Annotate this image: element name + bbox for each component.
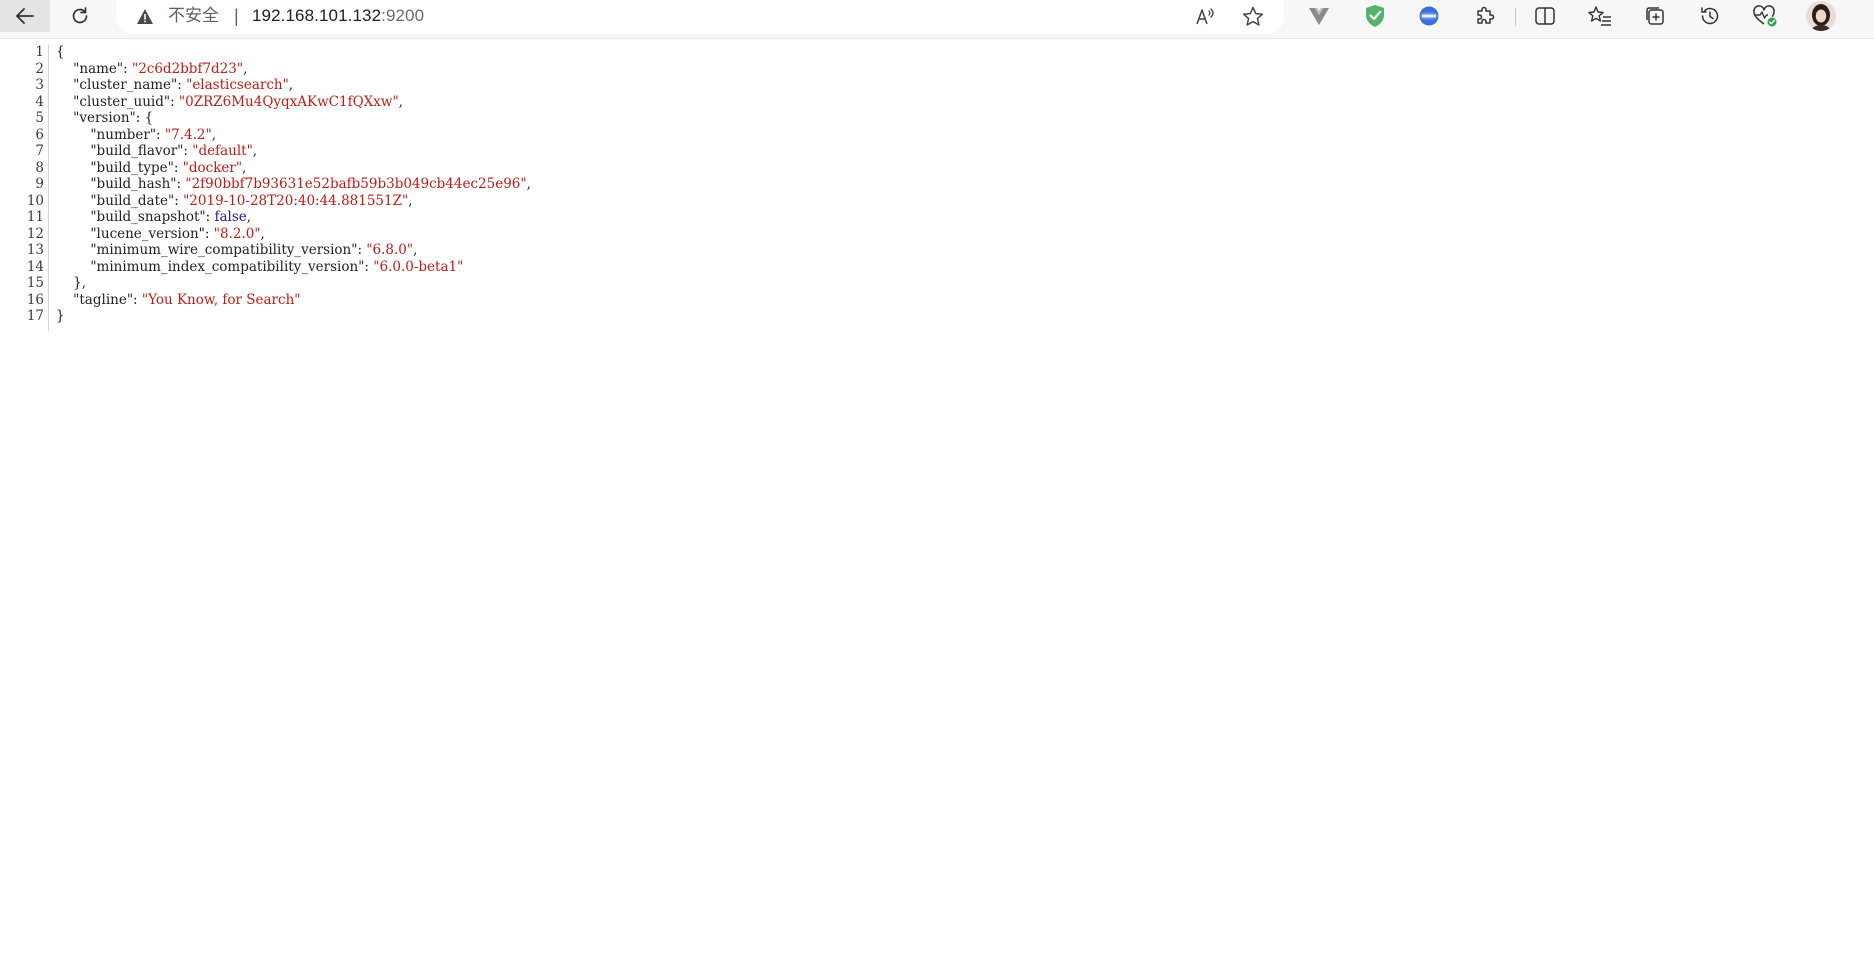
adguard-button[interactable] bbox=[1357, 2, 1393, 30]
vue-devtools-icon bbox=[1309, 8, 1329, 25]
extension-badge-icon bbox=[1419, 6, 1439, 26]
browser-toolbar: 不安全 | 192.168.101.132:9200 bbox=[0, 0, 1874, 39]
browser-essentials-icon bbox=[1753, 5, 1777, 27]
line-number: 17 bbox=[26, 308, 44, 324]
split-screen-icon bbox=[1535, 7, 1555, 25]
adguard-shield-icon bbox=[1366, 5, 1384, 27]
line-number: 14 bbox=[26, 258, 44, 275]
json-line-text: }, bbox=[56, 275, 87, 291]
line-number: 4 bbox=[35, 93, 44, 110]
line-number: 1 bbox=[35, 44, 44, 60]
line-number: 6 bbox=[35, 126, 44, 143]
line-number: 10 bbox=[26, 192, 44, 209]
address-separator: | bbox=[234, 6, 239, 26]
extension-badge-button[interactable] bbox=[1411, 2, 1447, 30]
json-line-text: { bbox=[56, 44, 65, 60]
extensions-button[interactable] bbox=[1467, 2, 1503, 30]
url-port: :9200 bbox=[381, 6, 425, 25]
avatar-image bbox=[1806, 1, 1836, 31]
collections-icon bbox=[1646, 7, 1664, 25]
browser-essentials-button[interactable] bbox=[1747, 2, 1783, 30]
line-number: 7 bbox=[35, 143, 44, 159]
favorites-button[interactable] bbox=[1582, 2, 1618, 30]
back-arrow-icon bbox=[16, 8, 34, 24]
address-bar[interactable]: 不安全 | 192.168.101.132:9200 bbox=[116, 0, 1284, 34]
line-number-gutter bbox=[48, 44, 49, 331]
line-number: 8 bbox=[35, 159, 44, 176]
history-button[interactable] bbox=[1692, 2, 1728, 30]
line-number: 2 bbox=[35, 60, 44, 77]
json-line-text: "build_date": "2019-10-28T20:40:44.88155… bbox=[90, 192, 413, 209]
read-aloud-icon[interactable] bbox=[1192, 4, 1218, 30]
line-number: 13 bbox=[26, 242, 44, 258]
json-line-text: "lucene_version": "8.2.0", bbox=[90, 225, 265, 242]
puzzle-extensions-icon bbox=[1477, 6, 1495, 24]
line-number: 5 bbox=[35, 110, 44, 126]
toolbar-divider bbox=[1515, 8, 1516, 26]
vue-devtools-button[interactable] bbox=[1301, 2, 1337, 30]
json-line-text: "build_snapshot": false, bbox=[90, 209, 252, 225]
json-line-text: "minimum_index_compatibility_version": "… bbox=[90, 258, 464, 275]
line-number: 3 bbox=[35, 77, 44, 93]
line-number: 12 bbox=[26, 225, 44, 242]
json-line-text: } bbox=[56, 308, 65, 324]
history-icon bbox=[1701, 7, 1719, 25]
json-line-text: "minimum_wire_compatibility_version": "6… bbox=[90, 242, 418, 258]
collections-button[interactable] bbox=[1637, 2, 1673, 30]
line-number: 16 bbox=[26, 291, 44, 308]
security-status-label[interactable]: 不安全 bbox=[168, 6, 219, 26]
reload-icon bbox=[72, 7, 88, 24]
json-line-text: "tagline": "You Know, for Search" bbox=[73, 291, 301, 308]
warning-icon[interactable] bbox=[136, 8, 154, 25]
back-button[interactable] bbox=[0, 0, 50, 32]
json-line-text: "cluster_uuid": "0ZRZ6Mu4QyqxAKwC1fQXxw"… bbox=[73, 93, 403, 110]
json-line-text: "build_type": "docker", bbox=[90, 159, 247, 176]
json-line-text: "number": "7.4.2", bbox=[90, 126, 216, 143]
reload-button[interactable] bbox=[58, 0, 102, 32]
url-text[interactable]: 192.168.101.132:9200 bbox=[252, 6, 424, 26]
line-number: 15 bbox=[26, 275, 44, 291]
favorite-star-icon[interactable] bbox=[1240, 4, 1266, 30]
json-line-text: "build_flavor": "default", bbox=[90, 143, 258, 159]
url-host: 192.168.101.132 bbox=[252, 6, 382, 25]
split-screen-button[interactable] bbox=[1527, 2, 1563, 30]
line-number: 9 bbox=[35, 176, 44, 192]
line-number: 11 bbox=[26, 209, 44, 225]
json-line-text: "version": { bbox=[73, 110, 154, 126]
favorites-list-icon bbox=[1588, 6, 1611, 26]
json-line-text: "build_hash": "2f90bbf7b93631e52bafb59b3… bbox=[90, 176, 531, 192]
profile-avatar[interactable] bbox=[1806, 1, 1836, 31]
json-line-text: "cluster_name": "elasticsearch", bbox=[73, 77, 294, 93]
json-line-text: "name": "2c6d2bbf7d23", bbox=[73, 60, 248, 77]
